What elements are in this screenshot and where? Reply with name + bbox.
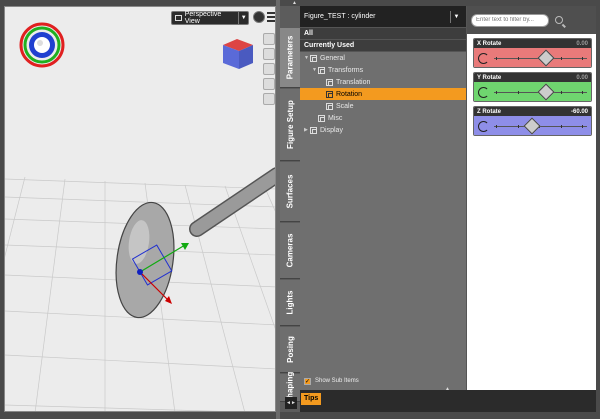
show-sub-items-option[interactable]: ✓ Show Sub Items — [300, 374, 466, 388]
slider-track-area[interactable] — [474, 116, 591, 135]
slider-header: Y Rotate 0.00 — [474, 73, 591, 82]
viewport-menu-icon[interactable] — [267, 12, 275, 22]
tree-item-label: Transforms — [328, 66, 364, 74]
tree-item-general[interactable]: ▼ General — [300, 52, 466, 64]
tree-item-label: Rotation — [336, 90, 363, 98]
view-cube[interactable] — [223, 39, 253, 69]
reset-icon[interactable] — [478, 53, 489, 64]
property-tree: ▼ General ▼ Transforms Translation Rotation Sc… — [300, 52, 466, 136]
navigation-tools — [263, 33, 275, 108]
tab-figure-setup[interactable]: Figure Setup — [280, 89, 300, 161]
tree-item-misc[interactable]: Misc — [300, 112, 466, 124]
group-icon — [326, 78, 333, 86]
slider-value[interactable]: -60.00 — [571, 109, 588, 115]
search-icon[interactable] — [555, 16, 563, 24]
tab-cameras[interactable]: Cameras — [280, 223, 300, 279]
tree-item-label: Scale — [336, 102, 354, 110]
zoom-icon[interactable] — [263, 63, 275, 75]
slider-header: X Rotate 0.00 — [474, 39, 591, 48]
slider-value[interactable]: 0.00 — [576, 41, 588, 47]
tree-item-translation[interactable]: Translation — [300, 76, 466, 88]
show-sub-items-label: Show Sub Items — [315, 378, 359, 384]
viewport-scene[interactable] — [5, 7, 276, 412]
slider-name: Y Rotate — [477, 74, 502, 81]
filter-currently-used[interactable]: Currently Used — [300, 40, 466, 52]
tree-item-label: General — [320, 54, 345, 62]
filter-all[interactable]: All — [300, 28, 466, 40]
show-sub-items-checkbox[interactable]: ✓ — [304, 377, 311, 385]
group-icon — [326, 90, 333, 98]
node-selector[interactable]: Figure_TEST : cylinder ▼ — [300, 6, 466, 28]
slider-handle[interactable] — [526, 120, 536, 132]
group-icon — [318, 66, 325, 74]
node-selector-label: Figure_TEST : cylinder — [304, 13, 376, 20]
group-icon — [310, 126, 317, 134]
cylinder-object[interactable] — [109, 167, 276, 321]
view-label: Perspective View — [184, 11, 222, 25]
tips-bar — [300, 390, 596, 412]
reset-icon[interactable] — [478, 121, 489, 132]
slider-list: X Rotate 0.00 Y Rotate 0.00 Z Rotate -60.00 — [467, 38, 596, 136]
group-icon — [326, 102, 333, 110]
property-groups-panel: Figure_TEST : cylinder ▼ All Currently U… — [300, 6, 466, 390]
tab-parameters[interactable]: Parameters — [280, 28, 300, 88]
tab-posing[interactable]: Posing — [280, 327, 300, 373]
expand-up-icon[interactable]: ▲ — [445, 386, 450, 392]
slider-track-area[interactable] — [474, 48, 591, 67]
tree-item-display[interactable]: ▶ Display — [300, 124, 466, 136]
filter-input[interactable] — [471, 13, 549, 27]
tab-lights[interactable]: Lights — [280, 280, 300, 326]
slider-y-rotate[interactable]: Y Rotate 0.00 — [473, 72, 592, 102]
tab-surfaces[interactable]: Surfaces — [280, 162, 300, 222]
chevron-down-icon[interactable]: ▼ — [238, 12, 248, 24]
orbit-icon[interactable] — [263, 33, 275, 45]
filter-bar — [467, 6, 596, 34]
tree-item-label: Translation — [336, 78, 371, 86]
slider-z-rotate[interactable]: Z Rotate -60.00 — [473, 106, 592, 136]
parameter-sliders-panel: X Rotate 0.00 Y Rotate 0.00 Z Rotate -60.00 — [466, 6, 596, 390]
tree-item-scale[interactable]: Scale — [300, 100, 466, 112]
group-icon — [310, 54, 317, 62]
view-select-button[interactable]: Perspective View ▼ — [171, 11, 249, 25]
app-window: Perspective View ▼ ▲ Parameters Figure S… — [0, 0, 600, 419]
tree-item-transforms[interactable]: ▼ Transforms — [300, 64, 466, 76]
slider-x-rotate[interactable]: X Rotate 0.00 — [473, 38, 592, 68]
tree-item-rotation[interactable]: Rotation — [300, 88, 466, 100]
reset-icon[interactable] — [478, 87, 489, 98]
pan-icon[interactable] — [263, 48, 275, 60]
slider-name: X Rotate — [477, 40, 502, 47]
tree-item-label: Display — [320, 126, 343, 134]
slider-value[interactable]: 0.00 — [576, 75, 588, 81]
orientation-widget — [19, 22, 65, 68]
3d-viewport[interactable]: Perspective View ▼ — [4, 6, 276, 412]
group-icon — [318, 114, 325, 122]
draw-style-icon[interactable] — [253, 11, 265, 23]
pane-tab-strip: Parameters Figure Setup Surfaces Cameras… — [280, 6, 575, 412]
slider-track-area[interactable] — [474, 82, 591, 101]
slider-header: Z Rotate -60.00 — [474, 107, 591, 116]
layout-toggle-icon[interactable]: ◄► — [285, 397, 297, 409]
slider-name: Z Rotate — [477, 108, 501, 115]
slider-handle[interactable] — [540, 52, 550, 64]
frame-icon[interactable] — [263, 93, 275, 105]
camera-icon — [175, 15, 182, 21]
slider-handle[interactable] — [540, 86, 550, 98]
tree-item-label: Misc — [328, 114, 343, 122]
dolly-icon[interactable] — [263, 78, 275, 90]
chevron-down-icon[interactable]: ▼ — [450, 10, 462, 23]
tips-tab[interactable]: Tips — [301, 393, 322, 405]
